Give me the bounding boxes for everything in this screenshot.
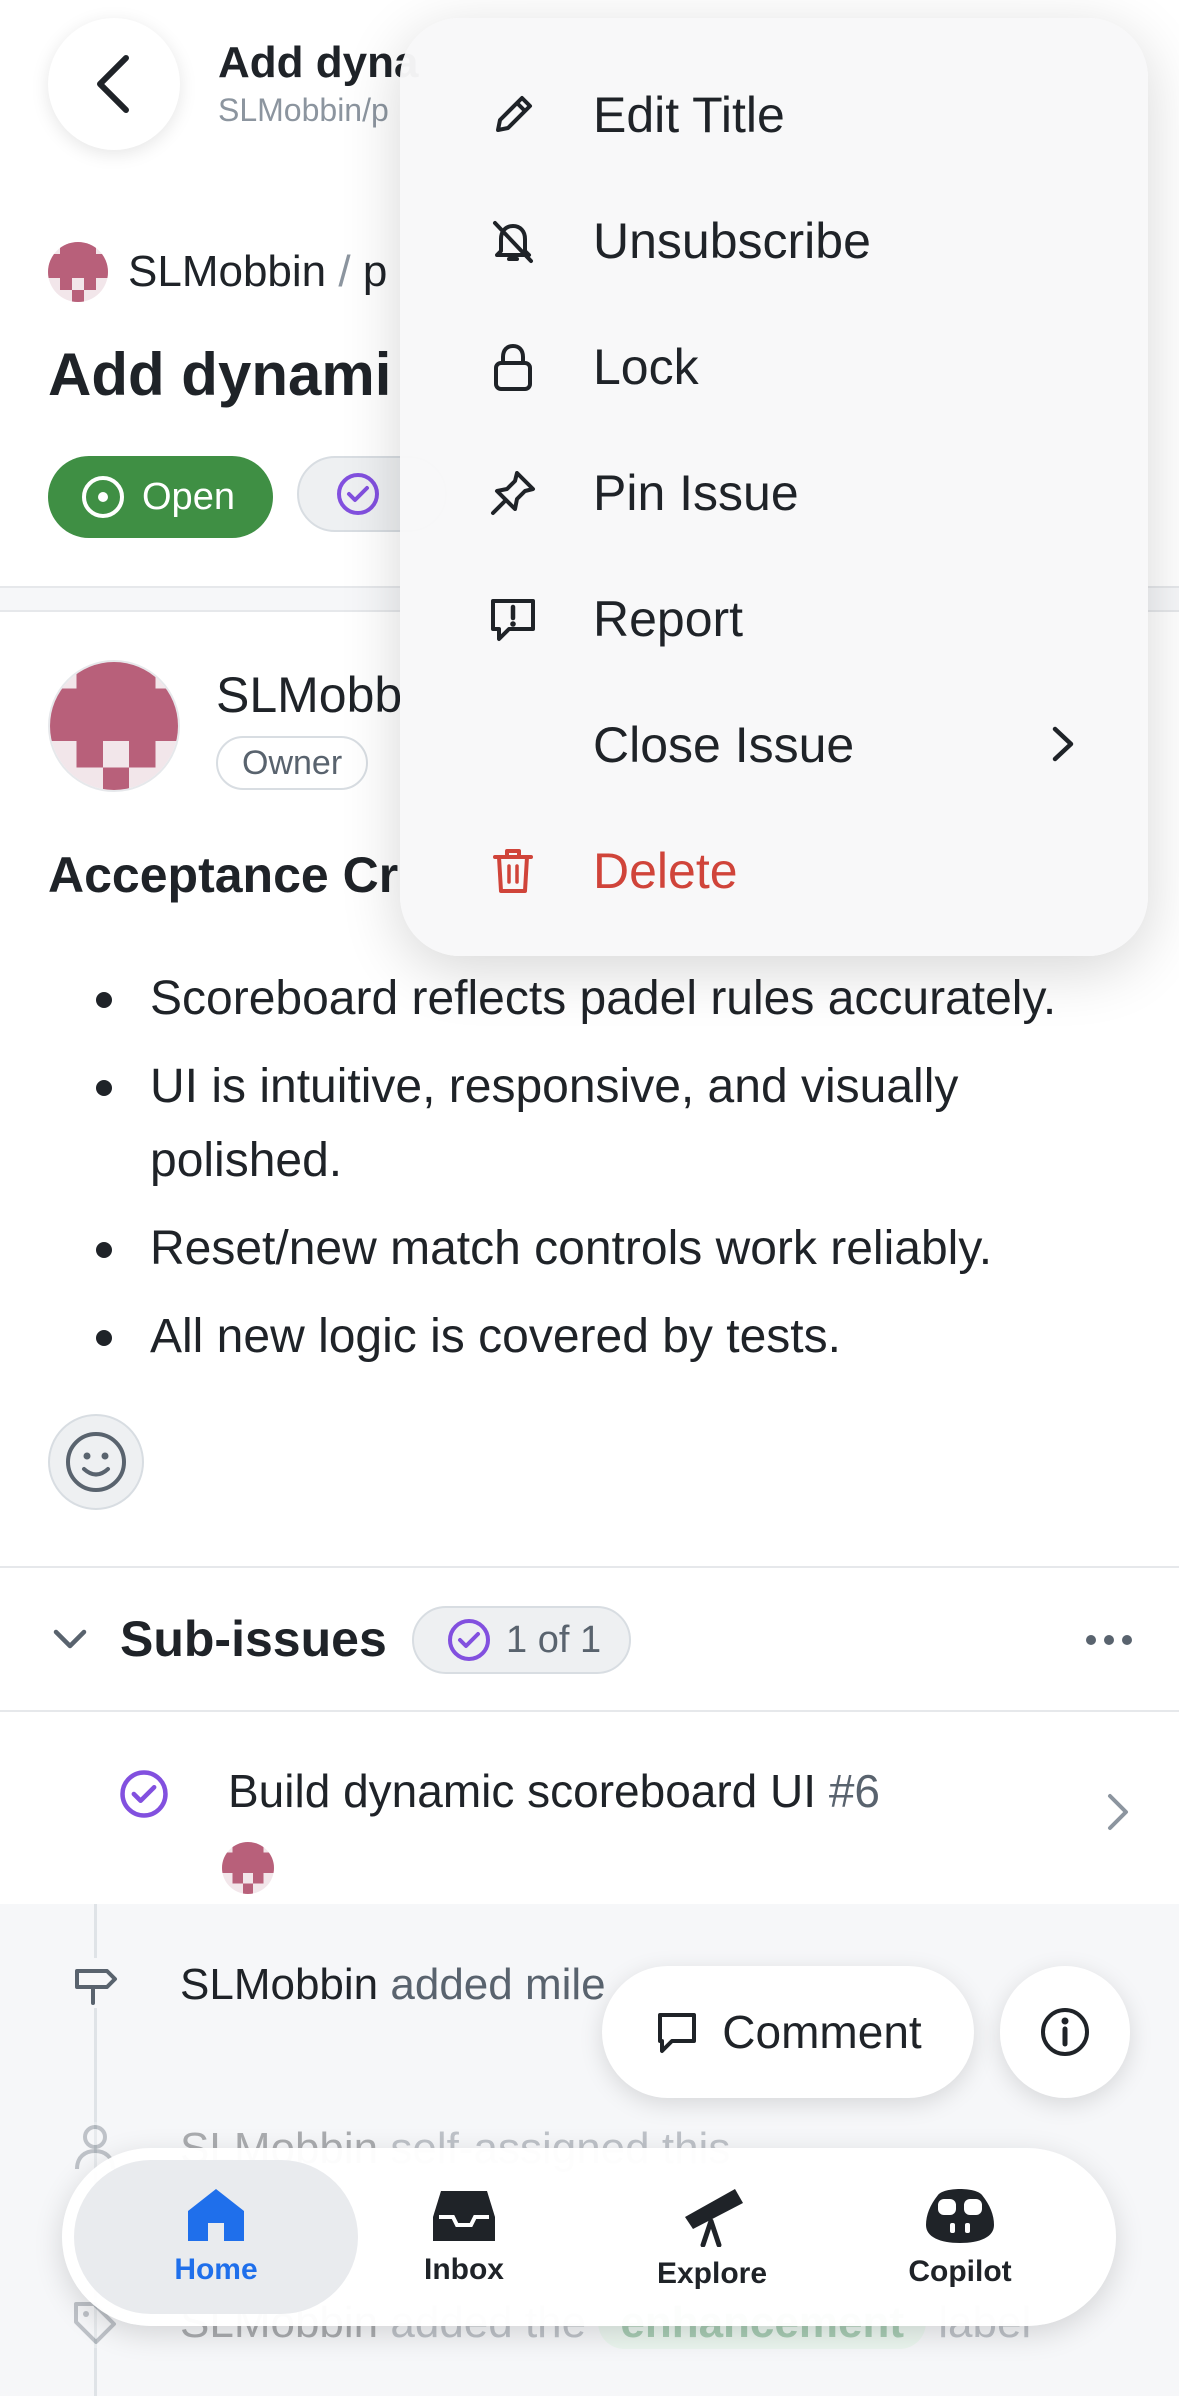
repo-owner: SLMobbin — [128, 247, 327, 296]
status-label: Open — [142, 475, 235, 518]
tab-home[interactable]: Home — [74, 2160, 358, 2314]
list-item: Reset/new match controls work reliably. — [48, 1212, 1158, 1286]
acceptance-criteria-heading: Acceptance Cr — [48, 847, 399, 903]
comment-button-label: Comment — [722, 2006, 922, 2058]
subissue-title: Build dynamic scoreboard UI #6 — [228, 1765, 881, 1817]
tab-copilot[interactable]: Copilot — [818, 2160, 1102, 2314]
chevron-right-icon — [1108, 1794, 1128, 1830]
pencil-icon — [488, 90, 538, 140]
header-title: Add dyna — [218, 38, 419, 87]
tab-bar: Home Inbox Explore Copilot — [62, 2148, 1116, 2326]
comment-author[interactable]: SLMobb — [216, 666, 402, 724]
menu-item-lock[interactable]: Lock — [400, 304, 1148, 430]
telescope-icon — [685, 2189, 743, 2247]
owner-badge: Owner — [216, 736, 369, 790]
menu-item-close-issue[interactable]: Close Issue — [400, 682, 1148, 808]
inbox-icon — [433, 2191, 495, 2241]
tab-explore[interactable]: Explore — [570, 2160, 854, 2314]
list-item: Scoreboard reflects padel rules accurate… — [48, 962, 1158, 1036]
issue-open-icon — [82, 476, 124, 518]
issue-closed-icon — [120, 1770, 168, 1818]
milestone-icon — [70, 1958, 120, 2008]
menu-item-edit-title[interactable]: Edit Title — [400, 52, 1148, 178]
repo-breadcrumb[interactable]: SLMobbin / p — [48, 240, 387, 304]
list-item: UI is intuitive, responsive, and visuall… — [48, 1050, 1158, 1198]
check-circle-icon — [448, 1619, 490, 1661]
chevron-left-icon — [97, 55, 129, 113]
report-icon — [488, 594, 538, 644]
issue-title: Add dynami — [48, 341, 392, 408]
lock-icon — [488, 342, 538, 392]
status-badge: Open — [48, 456, 273, 538]
menu-item-delete[interactable]: Delete — [400, 808, 1148, 934]
menu-item-unsubscribe[interactable]: Unsubscribe — [400, 178, 1148, 304]
menu-item-report[interactable]: Report — [400, 556, 1148, 682]
subissues-header[interactable]: Sub-issues 1 of 1 — [0, 1568, 1179, 1712]
pin-icon — [488, 468, 538, 518]
repo-name: p — [362, 247, 388, 296]
repo-avatar — [48, 242, 108, 302]
bell-slash-icon — [488, 216, 538, 266]
header-subtitle: SLMobbin/p — [218, 92, 389, 128]
chevron-down-icon[interactable] — [52, 1624, 88, 1652]
subissues-count: 1 of 1 — [506, 1618, 602, 1661]
info-button[interactable] — [1000, 1966, 1130, 2098]
check-circle-icon — [336, 473, 379, 515]
timeline-event: SLMobbin added mile — [180, 1960, 606, 2009]
issue-actions-menu: Edit Title Unsubscribe Lock Pin Issue Re… — [400, 18, 1148, 956]
subissue-number: #6 — [828, 1765, 881, 1817]
home-icon — [188, 2189, 244, 2241]
acceptance-criteria-list: Scoreboard reflects padel rules accurate… — [48, 962, 1158, 1388]
add-reaction-button[interactable] — [48, 1414, 144, 1510]
more-options-icon[interactable] — [1083, 1622, 1135, 1658]
copilot-icon — [926, 2189, 994, 2243]
subissue-row[interactable]: Build dynamic scoreboard UI #6 — [0, 1712, 1179, 1902]
comment-icon — [658, 2013, 697, 2053]
comment-button[interactable]: Comment — [602, 1966, 974, 2098]
menu-item-pin-issue[interactable]: Pin Issue — [400, 430, 1148, 556]
chevron-right-icon — [1052, 726, 1074, 762]
trash-icon — [488, 846, 538, 896]
list-item: All new logic is covered by tests. — [48, 1300, 1158, 1374]
subissues-count-badge: 1 of 1 — [412, 1606, 632, 1674]
info-icon — [1041, 2008, 1089, 2056]
assignee-avatar — [222, 1842, 274, 1894]
tab-inbox[interactable]: Inbox — [322, 2160, 606, 2314]
author-avatar[interactable] — [48, 660, 180, 792]
back-button[interactable] — [48, 18, 180, 150]
smiley-icon — [66, 1432, 126, 1492]
subissues-title: Sub-issues — [120, 1611, 387, 1667]
repo-separator: / — [338, 247, 351, 296]
